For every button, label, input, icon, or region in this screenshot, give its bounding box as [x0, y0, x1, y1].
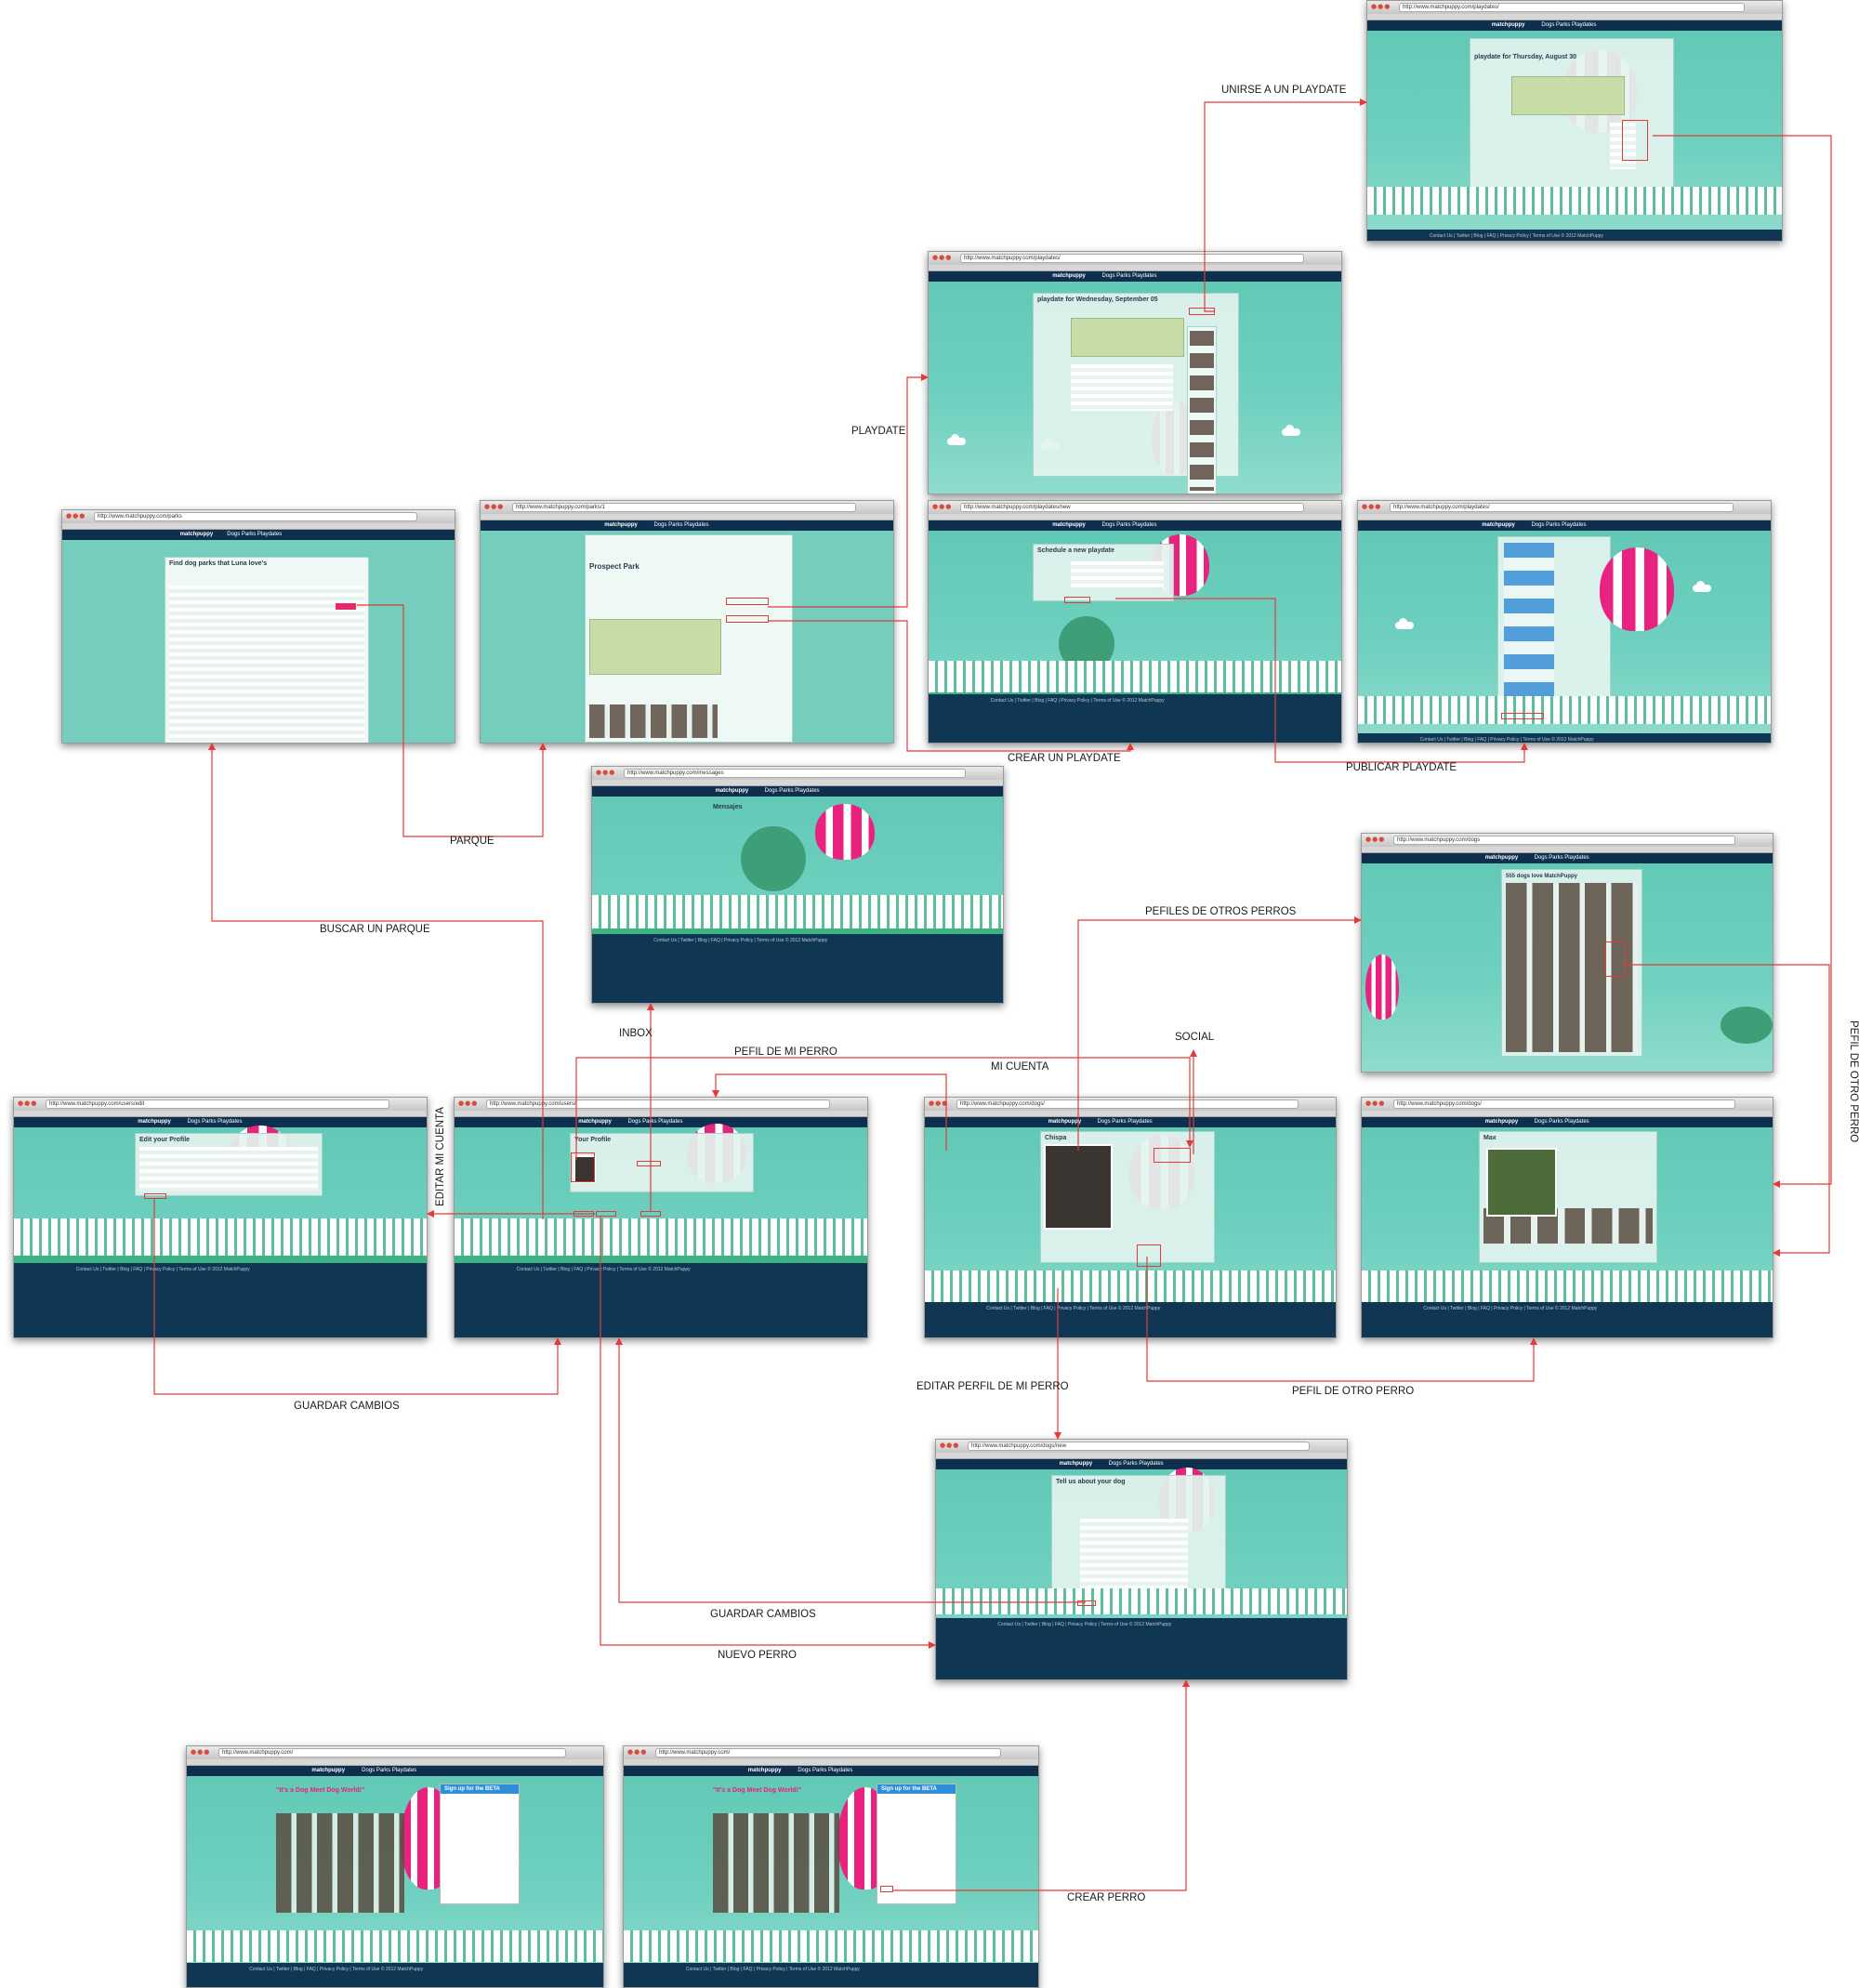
- arrow-guardar-1: [153, 1199, 561, 1395]
- label-playdate: PLAYDATE: [851, 426, 906, 437]
- arrow-guardar-2: [615, 1337, 1086, 1603]
- arrow-buscar-parque: [208, 743, 544, 1219]
- arrow-nuevo-perro: [600, 1216, 936, 1649]
- label-editar-perfil-mi-perro: EDITAR PERFIL DE MI PERRO: [916, 1381, 1069, 1392]
- label-guardar-2: GUARDAR CAMBIOS: [710, 1609, 816, 1620]
- label-pefil-otro-vertical: PEFIL DE OTRO PERRO: [1848, 1020, 1859, 1143]
- label-inbox: INBOX: [619, 1028, 653, 1039]
- label-crear-perro: CREAR PERRO: [1067, 1892, 1146, 1903]
- label-pefil-otro: PEFIL DE OTRO PERRO: [1292, 1386, 1415, 1397]
- arrow-pefil-otro: [1146, 1257, 1537, 1382]
- label-mi-cuenta: MI CUENTA: [991, 1061, 1049, 1073]
- arrow-pefil-otro-vertical-b: [1623, 964, 1830, 1257]
- arrow-pefil-mi-perro: [575, 1057, 1193, 1160]
- label-publicar-playdate: PUBLICAR PLAYDATE: [1346, 762, 1457, 773]
- label-nuevo-perro: NUEVO PERRO: [718, 1650, 797, 1661]
- arrow-playdate: [768, 374, 929, 608]
- label-pefiles-otros: PEFILES DE OTROS PERROS: [1145, 906, 1297, 917]
- label-parque: PARQUE: [450, 836, 494, 847]
- arrow-publicar-playdate: [1115, 598, 1528, 763]
- arrow-unirse-playdate: [1204, 99, 1367, 312]
- arrow-mi-cuenta: [712, 1073, 947, 1151]
- arrow-pefil-otro-vertical-a: [1653, 135, 1832, 1188]
- arrow-crear-perro: [892, 1679, 1190, 1891]
- label-buscar-parque: BUSCAR UN PARQUE: [320, 924, 430, 935]
- label-pefil-mi-perro: PEFIL DE MI PERRO: [734, 1047, 837, 1058]
- arrow-pefiles-otros: [1077, 916, 1362, 1151]
- arrow-parque: [357, 604, 547, 837]
- label-social: SOCIAL: [1175, 1032, 1215, 1043]
- flow-arrows: [153, 99, 1832, 1891]
- label-unirse-playdate: UNIRSE A UN PLAYDATE: [1221, 85, 1347, 96]
- label-editar-mi-cuenta: EDITAR MI CUENTA: [435, 1107, 446, 1206]
- arrow-crear-playdate: [768, 620, 1134, 752]
- label-crear-playdate: CREAR UN PLAYDATE: [1008, 753, 1121, 764]
- label-guardar-1: GUARDAR CAMBIOS: [294, 1401, 400, 1412]
